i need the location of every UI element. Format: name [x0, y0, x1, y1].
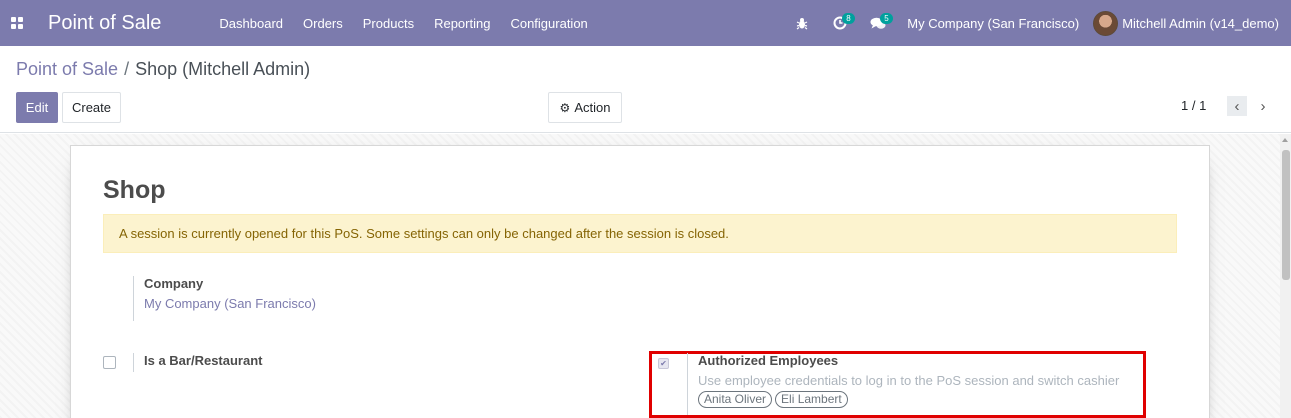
user-menu[interactable]: Mitchell Admin (v14_demo) [1093, 10, 1291, 36]
messages-count-badge: 5 [880, 13, 893, 24]
menu-dashboard[interactable]: Dashboard [209, 16, 293, 31]
user-avatar [1093, 10, 1119, 36]
create-button[interactable]: Create [62, 92, 121, 123]
edit-button[interactable]: Edit [16, 92, 58, 123]
menu-products[interactable]: Products [353, 16, 424, 31]
company-value: My Company (San Francisco) [144, 296, 316, 311]
menu-orders[interactable]: Orders [293, 16, 353, 31]
record-title: Shop [103, 176, 166, 204]
scroll-up-arrow-icon[interactable] [1282, 138, 1288, 142]
top-navbar: Point of Sale Dashboard Orders Products … [0, 0, 1291, 46]
company-setting: Company My Company (San Francisco) [133, 276, 316, 321]
user-name: Mitchell Admin (v14_demo) [1122, 15, 1279, 31]
vertical-scrollbar[interactable] [1280, 134, 1291, 418]
authorized-employees-description: Use employee credentials to log in to th… [698, 373, 1120, 388]
breadcrumb-current: Shop (Mitchell Admin) [135, 59, 311, 79]
bar-restaurant-label[interactable]: Is a Bar/Restaurant [144, 353, 263, 368]
session-warning-alert: A session is currently opened for this P… [103, 214, 1177, 253]
authorized-employees-setting: Authorized Employees Use employee creden… [687, 353, 1119, 415]
form-view-background: Shop A session is currently opened for t… [0, 134, 1280, 418]
gear-icon: ⚙ [559, 100, 571, 115]
company-switcher[interactable]: My Company (San Francisco) [897, 16, 1093, 31]
main-menu: Dashboard Orders Products Reporting Conf… [209, 16, 597, 31]
control-panel: Point of Sale / Shop (Mitchell Admin) Edit… [0, 46, 1291, 133]
bar-restaurant-checkbox[interactable] [103, 356, 116, 369]
breadcrumb: Point of Sale / Shop (Mitchell Admin) [16, 59, 310, 80]
scrollbar-thumb[interactable] [1282, 150, 1290, 280]
employee-tags: Anita Oliver Eli Lambert [698, 391, 1119, 408]
navbar-systray: 8 5 My Company (San Francisco) Mitchell … [783, 0, 1291, 46]
breadcrumb-parent-link[interactable]: Point of Sale [16, 59, 118, 79]
menu-reporting[interactable]: Reporting [424, 16, 500, 31]
pager-value[interactable]: 1 / 1 [1181, 98, 1206, 113]
alert-text: A session is currently opened for this P… [119, 226, 729, 241]
authorized-employees-checkbox[interactable]: ✔ [658, 358, 669, 369]
authorized-employees-label[interactable]: Authorized Employees [698, 353, 1119, 368]
chevron-left-icon[interactable]: ‹ [1227, 96, 1247, 116]
action-button-label: Action [574, 100, 611, 115]
bug-icon[interactable] [783, 0, 821, 46]
bar-restaurant-setting: Is a Bar/Restaurant [133, 353, 263, 372]
employee-tag[interactable]: Anita Oliver [698, 391, 773, 408]
checkmark-icon: ✔ [660, 359, 667, 368]
breadcrumb-separator: / [124, 59, 130, 79]
form-sheet: Shop A session is currently opened for t… [70, 145, 1210, 418]
company-label: Company [144, 276, 204, 291]
apps-menu-icon[interactable] [0, 0, 34, 46]
chat-icon[interactable]: 5 [859, 0, 897, 46]
menu-configuration[interactable]: Configuration [500, 16, 597, 31]
activity-count-badge: 8 [842, 13, 855, 24]
app-brand[interactable]: Point of Sale [48, 12, 161, 35]
employee-tag[interactable]: Eli Lambert [775, 391, 848, 408]
activity-clock-icon[interactable]: 8 [821, 0, 859, 46]
action-button[interactable]: ⚙ Action [548, 92, 622, 123]
chevron-right-icon[interactable]: › [1253, 96, 1273, 116]
